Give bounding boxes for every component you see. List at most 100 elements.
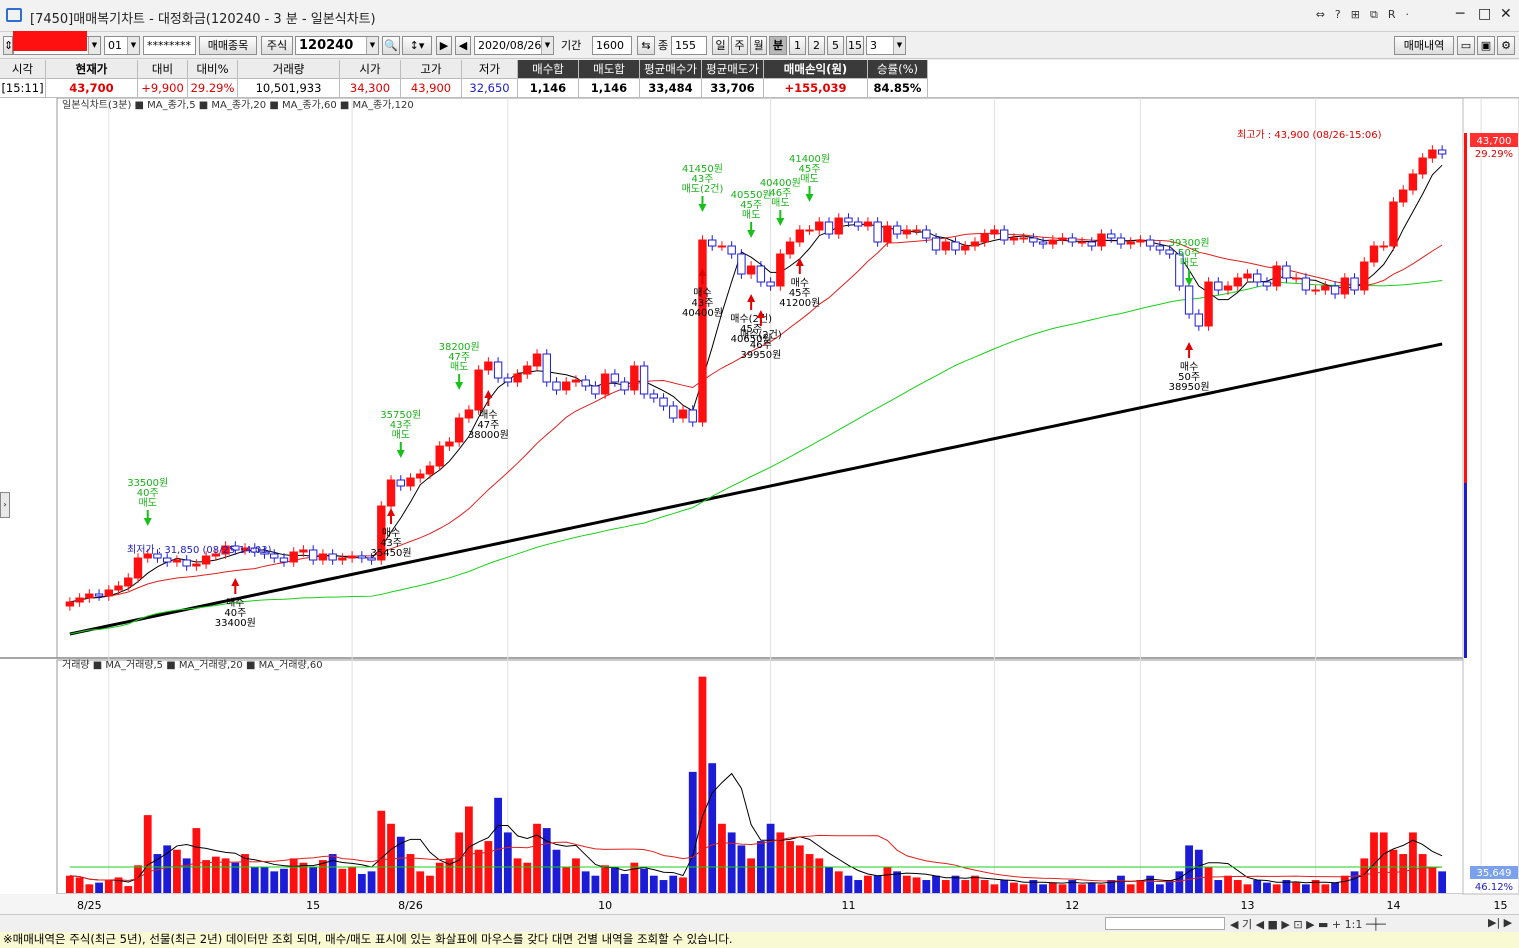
volume-bar: [1214, 880, 1223, 893]
unit-minute-button[interactable]: 분: [769, 36, 787, 55]
interval-select[interactable]: 3 ▼: [866, 36, 906, 55]
date-select[interactable]: 2020/08/26 ▼: [474, 36, 554, 55]
candle-body: [571, 379, 581, 383]
high-label: 최고가 : 43,900 (08/26-15:06): [1237, 129, 1382, 141]
settings-icon[interactable]: ⚙: [1497, 36, 1515, 55]
maximize-button[interactable]: □: [1478, 6, 1491, 22]
volume-bar: [669, 875, 678, 893]
low-label: 최저가 : 31,850 (08/25-14:03): [127, 544, 272, 556]
volume-bar: [1058, 884, 1067, 893]
scroll-thumb[interactable]: [1105, 917, 1225, 930]
candle-body: [1311, 289, 1320, 292]
period-input[interactable]: 1600: [592, 36, 632, 55]
candle-body: [990, 229, 999, 235]
unit-day-button[interactable]: 일: [712, 36, 729, 55]
volume-bar: [1418, 854, 1427, 893]
unit-month-button[interactable]: 월: [750, 36, 767, 55]
volume-bar: [533, 823, 541, 893]
candle-body: [552, 381, 561, 391]
screen-icon[interactable]: ⊞: [1351, 8, 1360, 22]
unit-15-button[interactable]: 15: [846, 36, 864, 55]
candle-body: [1330, 285, 1340, 295]
sell-label: 매도: [742, 209, 760, 221]
x-axis-label: 10: [598, 899, 612, 912]
help-icon[interactable]: ?: [1335, 8, 1341, 22]
r-icon[interactable]: R: [1388, 8, 1396, 22]
stock-code-select[interactable]: 120240 ▼: [295, 36, 379, 55]
volume-bar: [1136, 880, 1145, 893]
dot-icon[interactable]: ·: [1406, 8, 1410, 22]
candle-body: [863, 221, 873, 227]
candle-body: [396, 479, 405, 487]
candle-body: [1418, 157, 1427, 175]
volume-bar: [513, 858, 522, 893]
minimize-button[interactable]: ─: [1456, 6, 1464, 22]
folder-icon[interactable]: ▭: [1457, 36, 1475, 55]
password-field[interactable]: ********: [143, 36, 196, 55]
compare-icon[interactable]: ⇆: [637, 36, 655, 55]
next-arrow-icon[interactable]: ▶: [436, 36, 452, 55]
unit-1-button[interactable]: 1: [789, 36, 806, 55]
candle-body: [746, 265, 756, 275]
candle-body: [1223, 285, 1233, 291]
chart-scrollbar[interactable]: ◀ 기 ◀ ■ ▶ ⊡ ▶ ▬ + 1:1 ─┼─ ▶| ▶: [0, 914, 1519, 932]
candle-body: [484, 361, 493, 371]
candle-body: [1126, 241, 1135, 245]
candle-body: [883, 225, 892, 243]
unit-2-button[interactable]: 2: [808, 36, 825, 55]
quote-header: 시가: [340, 60, 401, 79]
account-code-select[interactable]: 01 ▼: [104, 36, 140, 55]
candle-body: [1282, 265, 1291, 279]
candle-body: [1301, 277, 1311, 291]
quote-header: 저가: [462, 60, 518, 79]
candle-body: [922, 229, 931, 239]
candle-body: [805, 229, 814, 232]
side-panel-toggle[interactable]: ›: [0, 492, 10, 518]
x-axis-label: 15: [306, 899, 320, 912]
candle-body: [65, 601, 75, 607]
link-icon[interactable]: ⇔: [1316, 8, 1325, 22]
volume-bar: [1350, 871, 1359, 893]
unit-5-button[interactable]: 5: [827, 36, 844, 55]
candle-body: [425, 465, 435, 475]
sort-icon[interactable]: ↕▾: [402, 36, 432, 55]
candle-body: [600, 373, 610, 395]
prev-arrow-icon[interactable]: ◀: [455, 36, 471, 55]
volume-badge: 35,649: [1477, 868, 1512, 879]
quote-header: 승률(%): [868, 60, 928, 79]
volume-bar: [1010, 882, 1018, 893]
volume-bar: [834, 871, 843, 893]
candle-body: [532, 353, 542, 367]
candle-body: [1194, 313, 1204, 327]
volume-bar: [503, 832, 512, 893]
quote-header: 매도합: [579, 60, 640, 79]
volume-bar: [1078, 884, 1086, 893]
unit-week-button[interactable]: 주: [731, 36, 748, 55]
candle-body: [1399, 189, 1408, 203]
close-button[interactable]: ✕: [1500, 6, 1512, 22]
volume-bar: [980, 880, 989, 893]
volume-bar: [795, 845, 804, 893]
trade-item-button[interactable]: 매매종목: [199, 36, 257, 55]
market-type-button[interactable]: 주식: [261, 36, 293, 55]
trade-history-button[interactable]: 매매내역: [1394, 36, 1454, 55]
scroll-end-icon[interactable]: ▶| ▶: [1488, 916, 1512, 929]
volume-bar: [854, 880, 863, 893]
candle-body: [1389, 201, 1398, 247]
zoom-controls-icon[interactable]: ◀ 기 ◀ ■ ▶ ⊡ ▶ ▬ + 1:1 ─┼─: [1230, 916, 1386, 932]
volume-bar: [104, 880, 113, 893]
copy-icon[interactable]: ⧉: [1370, 8, 1378, 22]
candle-body: [328, 553, 337, 561]
save-icon[interactable]: ▣: [1477, 36, 1495, 55]
candle-body: [795, 229, 804, 243]
volume-bar: [1087, 882, 1096, 893]
volume-bar: [1000, 880, 1009, 893]
search-icon[interactable]: 🔍: [382, 36, 400, 55]
panel-toggle-button[interactable]: ⇕: [3, 36, 13, 55]
volume-bar: [173, 849, 181, 893]
volume-bar: [815, 858, 824, 893]
candle-body: [454, 417, 464, 443]
count-input[interactable]: 155: [671, 36, 707, 55]
volume-bar: [1253, 880, 1262, 893]
date-value: 2020/08/26: [478, 39, 542, 52]
